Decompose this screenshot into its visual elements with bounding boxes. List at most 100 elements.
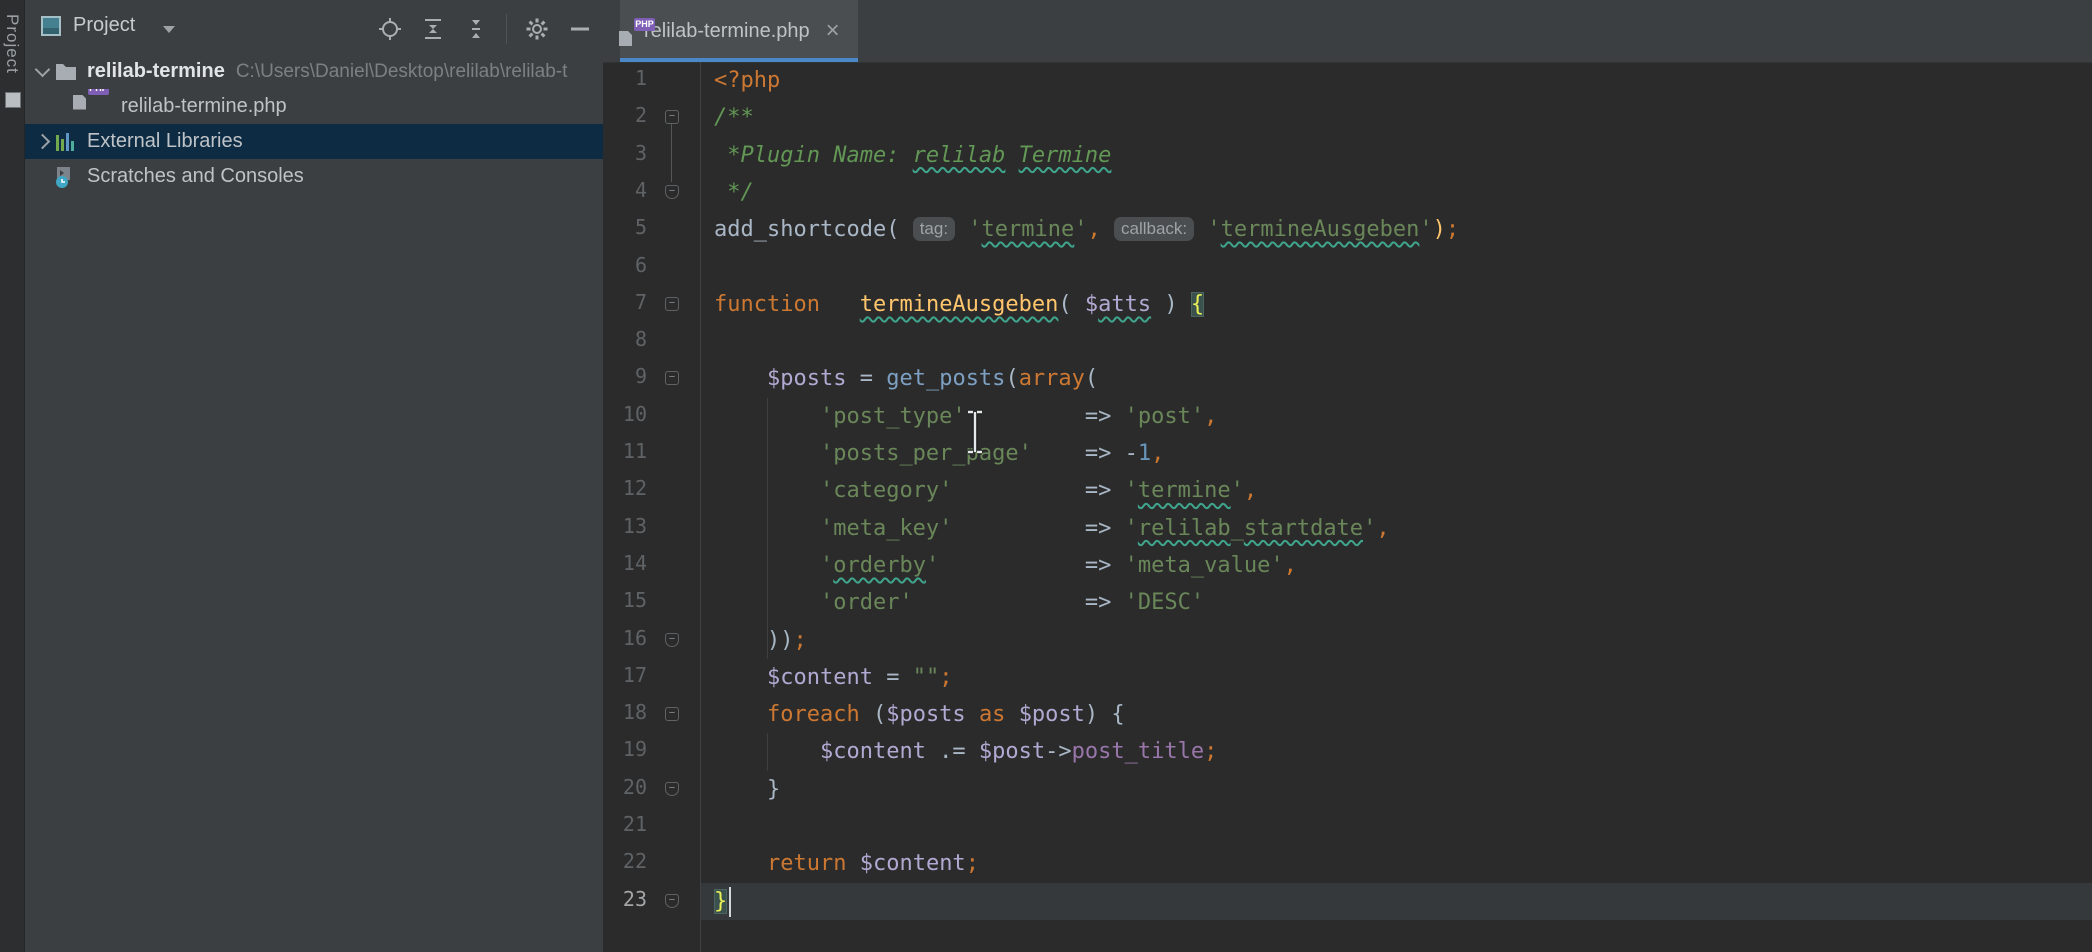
line-number-17: 17 xyxy=(603,663,647,687)
toolbar-divider xyxy=(506,14,507,44)
tree-item-relilab-termine[interactable]: relilab-termine C:\Users\Daniel\Desktop\r… xyxy=(25,54,603,89)
code-line-14[interactable]: 'orderby' => 'meta_value', xyxy=(714,547,1297,584)
parameter-hint-pill: callback: xyxy=(1114,217,1194,241)
folder-icon xyxy=(54,60,78,82)
collapse-all-button[interactable] xyxy=(463,16,489,42)
fold-start-marker[interactable]: − xyxy=(665,110,679,124)
line-number-13: 13 xyxy=(603,514,647,538)
tree-item-scratches-and-consoles[interactable]: Scratches and Consoles xyxy=(25,159,603,194)
line-number-16: 16 xyxy=(603,626,647,650)
fold-end-marker[interactable]: − xyxy=(665,633,679,647)
chevron-right-icon[interactable] xyxy=(30,136,54,147)
line-number-20: 20 xyxy=(603,775,647,799)
close-icon[interactable]: × xyxy=(826,19,840,43)
tree-item-label: relilab-termine xyxy=(87,60,225,83)
fold-start-marker[interactable]: − xyxy=(665,297,679,311)
line-number-2: 2 xyxy=(603,103,647,127)
libraries-icon-slot xyxy=(54,130,80,154)
settings-button[interactable] xyxy=(524,16,550,42)
code-line-1[interactable]: <?php xyxy=(714,62,780,99)
fold-end-marker[interactable]: − xyxy=(665,185,679,199)
line-number-15: 15 xyxy=(603,588,647,612)
code-line-20[interactable]: } xyxy=(714,771,780,808)
code-line-2[interactable]: /** xyxy=(714,99,754,136)
text-caret xyxy=(729,887,731,917)
tab-relilab-termine-php[interactable]: PHP relilab-termine.php × xyxy=(620,0,858,62)
chevron-glyph xyxy=(34,62,50,78)
ibeam-mouse-cursor xyxy=(962,408,988,456)
locate-button[interactable] xyxy=(377,16,403,42)
parameter-hint-pill: tag: xyxy=(913,217,955,241)
code-line-15[interactable]: 'order' => 'DESC' xyxy=(714,584,1204,621)
line-number-11: 11 xyxy=(603,439,647,463)
tree-item-path: C:\Users\Daniel\Desktop\relilab\relilab-… xyxy=(236,61,568,83)
code-line-3[interactable]: *Plugin Name: relilab Termine xyxy=(714,137,1111,174)
fold-end-marker[interactable]: − xyxy=(665,894,679,908)
gutter-separator xyxy=(700,62,701,952)
php-icon-slot: PHP xyxy=(88,95,114,119)
line-number-1: 1 xyxy=(603,66,647,90)
line-number-23: 23 xyxy=(603,887,647,911)
folder-icon-slot xyxy=(54,60,80,84)
line-number-22: 22 xyxy=(603,849,647,873)
line-number-3: 3 xyxy=(603,141,647,165)
editor-area[interactable]: PHP relilab-termine.php × 12345678910111… xyxy=(603,0,2092,952)
tree-item-label: relilab-termine.php xyxy=(121,95,287,118)
line-number-7: 7 xyxy=(603,290,647,314)
code-line-7[interactable]: function termineAusgeben( $atts ) { xyxy=(714,286,1204,323)
chevron-glyph xyxy=(34,134,50,150)
line-number-9: 9 xyxy=(603,364,647,388)
line-number-19: 19 xyxy=(603,737,647,761)
current-line-highlight xyxy=(701,883,2092,920)
tree-item-label: Scratches and Consoles xyxy=(87,165,304,188)
line-number-18: 18 xyxy=(603,700,647,724)
code-line-19[interactable]: $content .= $post->post_title; xyxy=(714,733,1217,770)
line-number-12: 12 xyxy=(603,476,647,500)
code-line-23[interactable]: } xyxy=(714,883,727,920)
code-line-16[interactable]: )); xyxy=(714,622,807,659)
fold-start-marker[interactable]: − xyxy=(665,707,679,721)
code-line-18[interactable]: foreach ($posts as $post) { xyxy=(714,696,1125,733)
scratches-icon xyxy=(54,165,78,189)
hide-button[interactable] xyxy=(567,16,593,42)
code-line-13[interactable]: 'meta_key' => 'relilab_startdate', xyxy=(714,510,1390,547)
line-number-8: 8 xyxy=(603,327,647,351)
line-number-10: 10 xyxy=(603,402,647,426)
code-line-22[interactable]: return $content; xyxy=(714,845,979,882)
chevron-down-icon[interactable] xyxy=(30,68,54,75)
expand-all-icon xyxy=(420,16,446,42)
fold-start-marker[interactable]: − xyxy=(665,371,679,385)
expand-all-button[interactable] xyxy=(420,16,446,42)
tree-item-label: External Libraries xyxy=(87,130,243,153)
line-number-14: 14 xyxy=(603,551,647,575)
project-panel-header: Project xyxy=(25,0,603,54)
editor-tab-bar: PHP relilab-termine.php × xyxy=(603,0,2092,63)
code-line-5[interactable]: add_shortcode( tag: 'termine', callback:… xyxy=(714,211,1459,248)
panel-toolbar xyxy=(377,14,593,44)
line-number-6: 6 xyxy=(603,253,647,277)
code-line-11[interactable]: 'posts_per_page' => -1, xyxy=(714,435,1164,472)
project-view-icon[interactable] xyxy=(41,16,61,36)
libraries-icon xyxy=(54,130,78,152)
fold-end-marker[interactable]: − xyxy=(665,782,679,796)
chevron-down-icon[interactable] xyxy=(163,26,175,33)
tool-window-icon[interactable] xyxy=(5,92,21,108)
code-line-12[interactable]: 'category' => 'termine', xyxy=(714,472,1257,509)
code-line-4[interactable]: */ xyxy=(714,174,754,211)
left-tool-stripe: Project xyxy=(0,0,25,952)
hide-icon xyxy=(567,16,593,42)
collapse-all-icon xyxy=(463,16,489,42)
line-number-4: 4 xyxy=(603,178,647,202)
tree-item-external-libraries[interactable]: External Libraries xyxy=(25,124,603,159)
tab-label: relilab-termine.php xyxy=(644,20,810,43)
panel-title: Project xyxy=(73,14,135,37)
fold-connector xyxy=(671,121,672,182)
settings-icon xyxy=(524,16,550,42)
phpstorm-window: Project Project relilab-termine C:\Users\… xyxy=(0,0,2092,952)
code-line-9[interactable]: $posts = get_posts(array( xyxy=(714,360,1098,397)
project-panel: Project relilab-termine C:\Users\Daniel\D… xyxy=(25,0,604,952)
code-line-17[interactable]: $content = ""; xyxy=(714,659,952,696)
tree-item-relilab-termine-php[interactable]: PHP relilab-termine.php xyxy=(25,89,603,124)
project-stripe-button[interactable]: Project xyxy=(2,14,22,74)
line-number-5: 5 xyxy=(603,215,647,239)
